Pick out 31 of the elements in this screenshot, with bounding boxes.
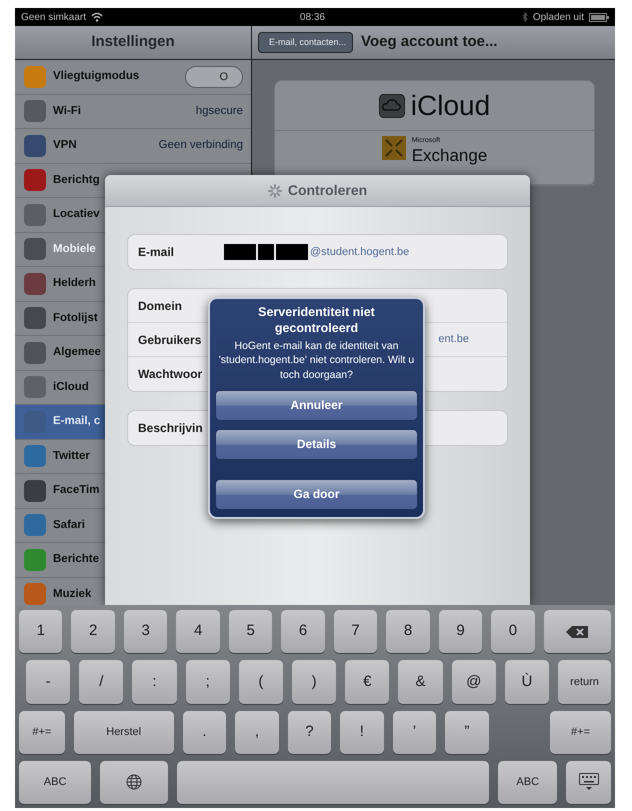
setting-label: VPN xyxy=(53,138,77,154)
setting-value: hgsecure xyxy=(196,104,243,119)
clock-time: 08:36 xyxy=(300,10,325,24)
carrier-label: Geen simkaart xyxy=(21,10,86,24)
setting-label: iCloud xyxy=(53,380,89,395)
setting-label: Helderh xyxy=(53,276,96,292)
field-label: Beschrijvin xyxy=(138,420,204,437)
field-label: Wachtwoor xyxy=(138,366,204,383)
sidebar-title: Instellingen xyxy=(91,32,175,52)
setting-label: Twitter xyxy=(53,448,90,464)
setting-label: Safari xyxy=(53,518,85,533)
setting-label: Mobiele xyxy=(53,242,96,257)
alert-message: HoGent e-mail kan de identiteit van 'student.hogent.be' niet controleren. Wilt u toch doorgaan? xyxy=(218,339,416,382)
setting-label: Wi-Fi xyxy=(53,104,81,119)
setting-label: E-mail, c xyxy=(53,414,100,430)
setting-label: Vliegtuigmodus xyxy=(53,69,140,84)
charging-status: Opladen uit xyxy=(532,10,584,24)
page-title: Voeg account toe... xyxy=(361,32,498,52)
setting-label: Locatiev xyxy=(53,207,100,222)
setting-label: Berichtg xyxy=(53,172,100,188)
field-label: E-mail xyxy=(138,244,176,261)
setting-label: FaceTim xyxy=(53,483,100,498)
field-label: Gebruikers xyxy=(138,332,202,348)
setting-label: Muziek xyxy=(53,586,92,602)
setting-value: Geen verbinding xyxy=(158,138,243,154)
field-label: Domein xyxy=(138,298,184,314)
setting-label: Fotolijst xyxy=(53,310,98,326)
setting-label: Algemee xyxy=(53,345,101,360)
sheet-title: Controleren xyxy=(288,181,368,200)
alert-title: Serveridentiteit niet gecontroleerd xyxy=(257,305,376,336)
setting-label: Berichte xyxy=(53,552,100,568)
